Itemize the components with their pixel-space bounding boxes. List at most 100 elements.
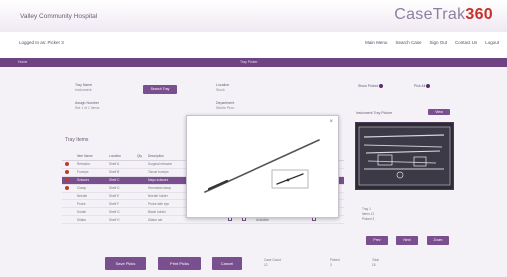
cancel-button[interactable]: Cancel (212, 257, 242, 270)
cell-qty (134, 184, 145, 193)
section-bar: Home Tray Picker (0, 58, 507, 67)
show-picked-radio[interactable]: Show Picked (358, 84, 384, 89)
cell-qty (134, 160, 145, 169)
row-flag (62, 184, 74, 193)
assign-number-label: Assign Number (75, 101, 99, 105)
hospital-name: Valley Community Hospital (20, 13, 98, 20)
total-count: Total 15 (372, 258, 379, 267)
caption-line: Picked 3 (362, 217, 375, 221)
department-field: Department Sterile Proc. (216, 101, 235, 110)
row-flag (62, 192, 74, 200)
department-value[interactable]: Sterile Proc. (216, 106, 235, 111)
tray-name-value[interactable]: Instrument (75, 88, 92, 93)
pick-all-radio[interactable]: Pick All (414, 84, 431, 89)
next-button[interactable]: Next (396, 236, 418, 245)
tray-name-field: Tray Name Instrument (75, 83, 92, 92)
user-bar: Logged In as: Picker 3 Main Menu Search … (0, 37, 507, 49)
row-flag (62, 176, 74, 185)
picked-count-value: 3 (330, 262, 332, 267)
col-header-flag (62, 153, 74, 161)
cell-item-name: Dilator (74, 215, 106, 224)
cell-qty (134, 168, 145, 177)
cell-location: Shelf D (106, 184, 134, 193)
col-header-qty[interactable]: Qty (134, 153, 145, 161)
picked-count-label: Picked (330, 258, 340, 262)
image-caption: Tray 1 Items 12 Picked 3 (362, 207, 374, 222)
zoom-button[interactable]: Zoom (427, 236, 449, 245)
nav-link-main-menu[interactable]: Main Menu (365, 40, 387, 45)
alert-dot-icon (65, 169, 69, 174)
cell-item-name: Needle (74, 192, 106, 200)
cell-location: Shelf F (106, 199, 134, 208)
cell-location: Shelf C (106, 176, 134, 185)
logo-accent: 360 (465, 6, 493, 23)
department-label: Department (216, 101, 235, 105)
col-header-item-name[interactable]: Item Name (74, 153, 106, 161)
assign-number-value[interactable]: Set 1 of 1 items (75, 106, 99, 111)
cell-location: Shelf E (106, 192, 134, 200)
print-picks-button[interactable]: Print Picks (158, 257, 201, 270)
tray-photo-graphic (356, 123, 453, 189)
tray-photo[interactable] (355, 122, 454, 190)
radio-dot[interactable] (426, 84, 431, 89)
instrument-handle (207, 179, 229, 191)
cell-item-name: Forceps (74, 168, 106, 177)
image-panel-title: Instrument Tray Picture (356, 111, 393, 115)
inset-instrument-tip (286, 178, 290, 182)
nav-link-search-case[interactable]: Search Case (395, 40, 421, 45)
pick-all-label: Pick All (414, 84, 426, 88)
location-field: Location Stock (216, 83, 229, 92)
row-flag (62, 199, 74, 208)
show-picked-label: Show Picked (358, 84, 379, 88)
cell-item-name: Holder (74, 207, 106, 216)
radio-dot[interactable] (379, 84, 384, 89)
alert-dot-icon (65, 177, 69, 182)
cell-item-name: Clamp (74, 184, 106, 193)
cell-qty (134, 215, 145, 224)
view-image-button[interactable]: View (428, 109, 450, 115)
table-title: Tray Items (65, 137, 89, 143)
case-count-label: Case Count (264, 258, 281, 262)
cell-location: Shelf H (106, 215, 134, 224)
cell-item-name: Retractor (74, 160, 106, 169)
row-flag (62, 168, 74, 177)
instrument-illustration (204, 139, 320, 193)
total-count-label: Total (372, 258, 379, 262)
prev-button[interactable]: Prev (366, 236, 388, 245)
home-link[interactable]: Home (18, 60, 27, 64)
row-flag (62, 160, 74, 169)
instrument-preview-modal: × (186, 115, 339, 218)
top-nav-links: Main Menu Search Case Sign Out Contact U… (365, 40, 499, 45)
nav-link-contact-us[interactable]: Contact Us (455, 40, 477, 45)
cell-qty (134, 192, 145, 200)
assign-number-field: Assign Number Set 1 of 1 items (75, 101, 99, 110)
cell-location: Shelf A (106, 160, 134, 169)
col-header-location[interactable]: Location (106, 153, 134, 161)
nav-link-sign-out[interactable]: Sign Out (429, 40, 447, 45)
case-count: Case Count 12 (264, 258, 281, 267)
app-logo: CaseTrak360 (394, 6, 493, 24)
cell-location: Shelf B (106, 168, 134, 177)
save-picks-button[interactable]: Save Picks (105, 257, 146, 270)
cell-qty (134, 176, 145, 185)
nav-link-logout[interactable]: Logout (485, 40, 499, 45)
location-label: Location (216, 83, 230, 87)
close-icon[interactable]: × (329, 119, 333, 125)
cell-location: Shelf G (106, 207, 134, 216)
cell-qty (134, 199, 145, 208)
search-tray-button[interactable]: Search Tray (143, 85, 177, 94)
picked-count: Picked 3 (330, 258, 340, 267)
section-title: Tray Picker (240, 60, 258, 64)
location-value[interactable]: Stock (216, 88, 229, 93)
logged-in-user: Logged In as: Picker 3 (19, 40, 64, 45)
total-count-value: 15 (372, 262, 376, 267)
app-header: Valley Community Hospital CaseTrak360 (0, 0, 507, 32)
alert-dot-icon (65, 185, 69, 190)
tray-name-label: Tray Name (75, 83, 93, 87)
cell-qty (134, 207, 145, 216)
case-count-value: 12 (264, 262, 268, 267)
cell-item-name: Probe (74, 199, 106, 208)
row-flag (62, 207, 74, 216)
row-flag (62, 215, 74, 224)
cell-item-name: Scissors (74, 176, 106, 185)
